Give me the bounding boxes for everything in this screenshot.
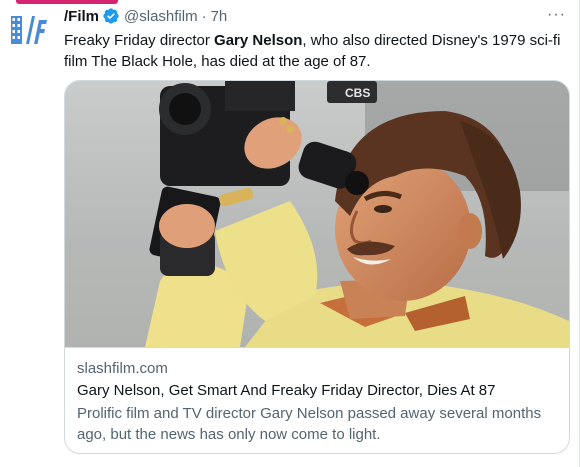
tweet-header: /Film @slashfilm · 7h	[64, 6, 227, 26]
author-handle[interactable]: @slashfilm	[124, 8, 198, 25]
tweet-text-intro: Freaky Friday director	[64, 32, 215, 49]
card-description: Prolific film and TV director Gary Nelso…	[77, 405, 542, 443]
more-icon[interactable]: ···	[547, 7, 566, 23]
tweet-text: Freaky Friday director Gary Nelson, who …	[64, 30, 564, 72]
header-separator: ·	[201, 7, 207, 25]
cbs-logo-text: CBS	[345, 86, 370, 100]
slashfilm-logo-icon[interactable]	[10, 14, 48, 46]
link-preview-card[interactable]: CBS slashfilm.com Gary Nelson, Get Smart…	[64, 80, 570, 454]
card-domain: slashfilm.com	[77, 360, 168, 377]
author-name[interactable]: /Film	[64, 8, 99, 25]
verified-badge-icon	[103, 8, 119, 24]
top-accent-bar	[16, 0, 118, 4]
card-divider	[65, 347, 569, 348]
article-image[interactable]: CBS	[65, 81, 569, 347]
tweet-timestamp[interactable]: 7h	[211, 8, 228, 25]
card-title[interactable]: Gary Nelson, Get Smart And Freaky Friday…	[77, 382, 557, 399]
tweet-text-bold-name: Gary Nelson	[214, 32, 303, 49]
